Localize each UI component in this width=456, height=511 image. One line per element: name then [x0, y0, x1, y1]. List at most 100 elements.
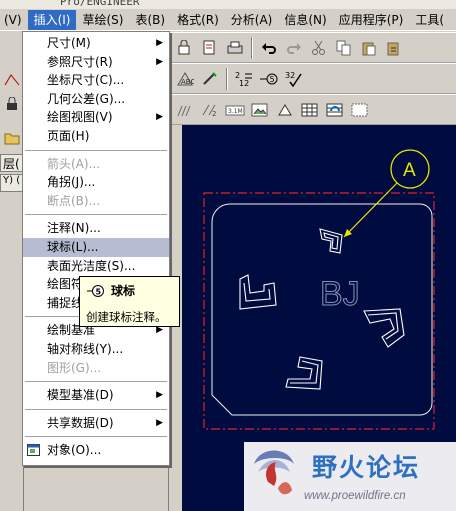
hatch-icon[interactable]: [174, 99, 196, 121]
menu-item-label: 对象(O)...: [47, 443, 102, 458]
menu-item-reference-dimension[interactable]: 参照尺寸(R) ▶: [23, 53, 169, 72]
menu-item-object[interactable]: 对象(O)...: [23, 441, 169, 460]
slot-feature-top: [319, 228, 343, 254]
cut-icon[interactable]: [308, 37, 330, 59]
menu-item-jog[interactable]: 角拐(J)...: [23, 173, 169, 192]
menu-view[interactable]: (V): [0, 10, 28, 30]
menu-item-label: 页面(H): [47, 128, 90, 143]
insert-menu-dropdown: 尺寸(M) ▶ 参照尺寸(R) ▶ 坐标尺寸(C)... 几何公差(G)... 绘图…: [22, 31, 170, 466]
menu-item-label: 参照尺寸(R): [47, 54, 113, 69]
print-icon[interactable]: [224, 37, 246, 59]
forum-watermark: 野火论坛 www.proewildfire.cn: [244, 442, 456, 511]
menu-bar: (V) 插入(I) 草绘(S) 表(B) 格式(R) 分析(A) 信息(N) 应…: [0, 9, 456, 31]
menu-item-label: 箭头(A)...: [47, 156, 101, 171]
menu-item-label: 图形(G)...: [47, 360, 102, 375]
tooltip-title: 球标: [111, 284, 136, 298]
menu-item-label: 共享数据(D): [47, 415, 114, 430]
menu-item-label: 绘图视图(V): [47, 110, 113, 125]
menu-item-geometric-tolerance[interactable]: 几何公差(G)...: [23, 90, 169, 109]
menu-item-label: 绘图符: [47, 277, 84, 292]
folder-icon[interactable]: [2, 128, 22, 148]
lock-sheet-icon[interactable]: [174, 37, 196, 59]
tooltip-description: 创建球标注释。: [86, 310, 167, 324]
menu-item-graph[interactable]: 图形(G)...: [23, 359, 169, 378]
menu-item-breakpoint[interactable]: 断点(B)...: [23, 192, 169, 211]
edit-annotation-icon[interactable]: [199, 68, 221, 90]
tooltip-title-row: 5 球标: [86, 282, 173, 299]
menu-analysis[interactable]: 分析(A): [225, 10, 279, 30]
window-title: Pro/ENGINEER: [60, 0, 140, 8]
menu-table[interactable]: 表(B): [129, 10, 171, 30]
balloon-leader: [343, 182, 398, 238]
toolbar-sketch: 2 3.1M: [168, 94, 456, 125]
sheet-border: [203, 192, 435, 430]
menu-item-label: 球标(L)...: [47, 239, 99, 254]
menu-item-note[interactable]: 注释(N)...: [23, 219, 169, 238]
menu-sketch[interactable]: 草绘(S): [76, 10, 129, 30]
balloon-label: A: [403, 160, 416, 181]
toolbar-standard: [168, 32, 456, 63]
menu-insert[interactable]: 插入(I): [27, 9, 77, 30]
watermark-title: 野火论坛: [312, 453, 420, 482]
sheet-icon[interactable]: [199, 37, 221, 59]
svg-text:3.1M: 3.1M: [228, 108, 243, 115]
toolbar-separator: [226, 67, 228, 90]
repeat-region-icon[interactable]: [349, 99, 371, 121]
lock-icon[interactable]: [2, 94, 22, 114]
menu-item-surface-finish[interactable]: 表面光洁度(S)...: [23, 257, 169, 276]
layer-tab[interactable]: 层(: [0, 154, 24, 172]
balloon-tooltip: 5 球标 创建球标注释。: [79, 276, 180, 327]
svg-text:5: 5: [270, 75, 275, 84]
svg-text:32: 32: [285, 71, 295, 80]
svg-text:ABC: ABC: [181, 78, 194, 86]
balloon-note-icon: 5: [87, 284, 104, 297]
menu-item-dimension[interactable]: 尺寸(M) ▶: [23, 34, 169, 53]
menu-item-label: 断点(B)...: [47, 193, 101, 208]
menu-separator: [25, 214, 167, 216]
menu-separator: [25, 149, 167, 151]
paste-special-icon[interactable]: [383, 37, 405, 59]
balloon-dimension-icon[interactable]: 5: [258, 68, 280, 90]
svg-text:5: 5: [96, 287, 102, 296]
table-insert-icon[interactable]: [324, 99, 346, 121]
menu-item-ordinate-dimension[interactable]: 坐标尺寸(C)...: [23, 71, 169, 90]
picture-icon[interactable]: [249, 99, 271, 121]
slot-feature-right: [363, 308, 405, 348]
menu-item-symmetry-line[interactable]: 轴对称线(Y)...: [23, 340, 169, 359]
draw-lines-icon[interactable]: [2, 70, 22, 90]
center-label: BJ: [320, 275, 360, 313]
menu-item-arrow[interactable]: 箭头(A)...: [23, 155, 169, 174]
menu-format[interactable]: 格式(R): [171, 10, 225, 30]
redo-icon[interactable]: [283, 37, 305, 59]
svg-text:12: 12: [239, 79, 249, 88]
menu-item-balloon[interactable]: 球标(L)...: [23, 237, 169, 257]
menu-item-label: 尺寸(M): [47, 36, 91, 50]
menu-separator: [25, 436, 167, 438]
menu-item-page[interactable]: 页面(H): [23, 127, 169, 146]
dimension-style-icon[interactable]: 2: [199, 99, 221, 121]
menu-item-shared-data[interactable]: 共享数据(D) ▶: [23, 414, 169, 433]
left-panel: 层( Y) (: [0, 32, 24, 511]
menu-item-model-datum[interactable]: 模型基准(D) ▶: [23, 386, 169, 405]
show-annotations-icon[interactable]: ABC: [174, 68, 196, 90]
table-icon[interactable]: [299, 99, 321, 121]
check-dimension-icon[interactable]: 32: [283, 68, 305, 90]
line-style-icon[interactable]: [274, 99, 296, 121]
menu-item-drawing-view[interactable]: 绘图视图(V) ▶: [23, 108, 169, 127]
paste-icon[interactable]: [358, 37, 380, 59]
svg-text:2: 2: [212, 110, 216, 118]
balloon-text-icon[interactable]: 3.1M: [224, 99, 246, 121]
tree-filter-tab[interactable]: Y) (: [0, 174, 24, 192]
menu-item-label: 几何公差(G)...: [47, 91, 126, 106]
menu-tools[interactable]: 工具(: [409, 10, 450, 30]
menu-info[interactable]: 信息(N): [278, 10, 332, 30]
menu-applications[interactable]: 应用程序(P): [333, 10, 410, 30]
undo-icon[interactable]: [258, 37, 280, 59]
copy-icon[interactable]: [333, 37, 355, 59]
ordinate-dimension-icon[interactable]: 2 12: [233, 68, 255, 90]
menu-separator: [25, 381, 167, 383]
menu-item-label: 模型基准(D): [47, 388, 114, 403]
menu-item-label: 坐标尺寸(C)...: [47, 73, 125, 88]
watermark-url: www.proewildfire.cn: [304, 490, 406, 502]
submenu-arrow-icon: ▶: [156, 390, 163, 401]
